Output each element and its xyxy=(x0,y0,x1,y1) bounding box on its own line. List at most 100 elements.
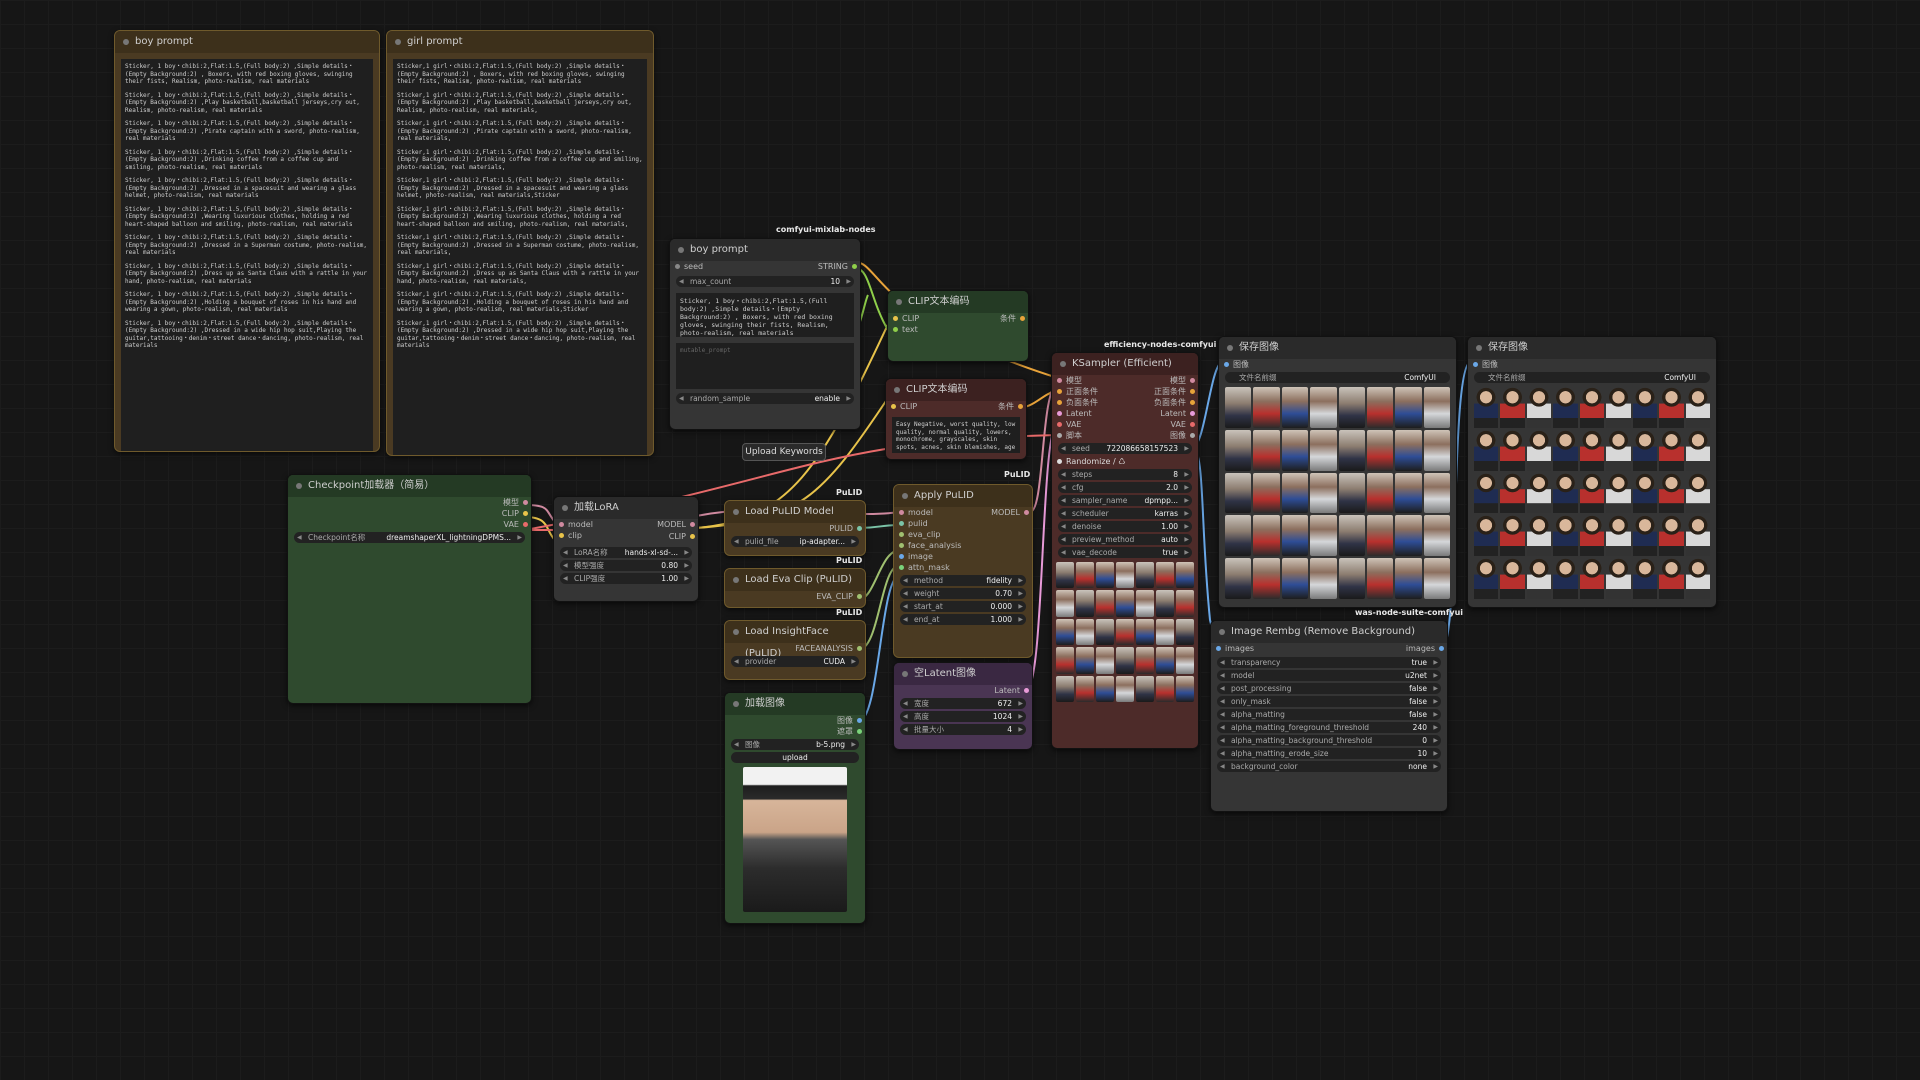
generated-image-thumbnail[interactable] xyxy=(1526,387,1552,428)
collapse-dot-icon[interactable] xyxy=(733,701,739,707)
ksampler-output-slot[interactable]: 负面条件 xyxy=(1154,397,1198,408)
collapse-dot-icon[interactable] xyxy=(733,577,739,583)
denoise-widget[interactable]: denoise 1.00 xyxy=(1058,521,1192,532)
only-mask-widget[interactable]: only_mask false xyxy=(1217,696,1441,707)
generated-image-thumbnail[interactable] xyxy=(1423,429,1450,471)
generated-image-thumbnail[interactable] xyxy=(1423,515,1450,557)
preview-method-widget[interactable]: preview_method auto xyxy=(1058,534,1192,545)
latent-widget[interactable]: 高度 1024 xyxy=(900,711,1026,722)
generated-image-thumbnail[interactable] xyxy=(1176,562,1194,589)
transparency-widget[interactable]: transparency true xyxy=(1217,657,1441,668)
start-at-widget[interactable]: start_at 0.000 xyxy=(900,601,1026,612)
eva-clip-output-slot[interactable]: EVA_CLIP xyxy=(725,591,865,602)
generated-image-thumbnail[interactable] xyxy=(1606,387,1631,428)
generated-image-thumbnail[interactable] xyxy=(1500,515,1525,557)
random-prompt-node[interactable]: boy prompt seed STRING max_count10 Stick… xyxy=(669,238,861,430)
collapse-dot-icon[interactable] xyxy=(678,247,684,253)
generated-image-thumbnail[interactable] xyxy=(1366,387,1394,428)
generated-image-thumbnail[interactable] xyxy=(1338,558,1365,599)
generated-image-thumbnail[interactable] xyxy=(1632,387,1658,428)
generated-image-thumbnail[interactable] xyxy=(1116,590,1134,617)
generated-image-thumbnail[interactable] xyxy=(1136,675,1154,702)
ksampler-output-slot[interactable]: 图像 xyxy=(1170,430,1198,441)
collapse-dot-icon[interactable] xyxy=(1476,345,1482,351)
conditioning-output-slot[interactable]: 条件 xyxy=(998,401,1026,412)
generated-image-thumbnail[interactable] xyxy=(1395,387,1422,428)
filename-prefix-widget[interactable]: 文件名前缀 ComfyUI xyxy=(1225,372,1450,383)
generated-image-thumbnail[interactable] xyxy=(1096,590,1114,617)
filename-prefix-widget[interactable]: 文件名前缀 ComfyUI xyxy=(1474,372,1710,383)
generated-image-thumbnail[interactable] xyxy=(1156,618,1174,646)
ksampler-efficient-node[interactable]: KSampler (Efficient) 模型 模型 正面条件 正面条件 负面条件 负面条… xyxy=(1051,352,1199,749)
collapse-dot-icon[interactable] xyxy=(733,509,739,515)
generated-image-thumbnail[interactable] xyxy=(1076,618,1094,646)
steps-widget[interactable]: steps 8 xyxy=(1058,469,1192,480)
generated-image-thumbnail[interactable] xyxy=(1395,558,1422,599)
scheduler-widget[interactable]: scheduler karras xyxy=(1058,508,1192,519)
generated-image-thumbnail[interactable] xyxy=(1632,472,1658,514)
generated-image-thumbnail[interactable] xyxy=(1225,472,1252,514)
generated-image-thumbnail[interactable] xyxy=(1685,429,1710,471)
generated-image-thumbnail[interactable] xyxy=(1281,472,1309,514)
generated-image-thumbnail[interactable] xyxy=(1579,387,1605,428)
generated-image-thumbnail[interactable] xyxy=(1076,675,1094,702)
generated-image-thumbnail[interactable] xyxy=(1136,647,1154,674)
generated-image-thumbnail[interactable] xyxy=(1553,472,1578,514)
transparent-images-grid[interactable] xyxy=(1474,387,1710,599)
clip-strength-widget[interactable]: CLIP强度1.00 xyxy=(560,573,692,584)
image-input-slot[interactable]: image xyxy=(894,551,1032,562)
generated-image-thumbnail[interactable] xyxy=(1310,558,1337,599)
image-rembg-node[interactable]: Image Rembg (Remove Background) images i… xyxy=(1210,620,1448,812)
prompt-textarea[interactable]: Easy Negative, worst quality, low qualit… xyxy=(892,417,1020,453)
generated-image-thumbnail[interactable] xyxy=(1116,618,1134,646)
generated-image-thumbnail[interactable] xyxy=(1076,590,1094,617)
faceanalysis-output-slot[interactable]: FACEANALYSIS xyxy=(725,643,865,654)
generated-image-thumbnail[interactable] xyxy=(1553,387,1578,428)
generated-image-thumbnail[interactable] xyxy=(1526,558,1552,599)
clip-output-slot[interactable]: CLIP xyxy=(288,508,531,519)
ksampler-output-slot[interactable]: 正面条件 xyxy=(1154,386,1198,397)
alpha-matting-erode-size-widget[interactable]: alpha_matting_erode_size 10 xyxy=(1217,748,1441,759)
generated-image-thumbnail[interactable] xyxy=(1253,472,1280,514)
image-file-widget[interactable]: 图像b-5.png xyxy=(731,739,859,750)
generated-image-thumbnail[interactable] xyxy=(1606,429,1631,471)
generated-image-thumbnail[interactable] xyxy=(1310,429,1337,471)
collapse-dot-icon[interactable] xyxy=(902,671,908,677)
pulid-input-slot[interactable]: pulid xyxy=(894,518,1032,529)
post-processing-widget[interactable]: post_processing false xyxy=(1217,683,1441,694)
ksampler-output-slot[interactable]: VAE xyxy=(1171,419,1199,430)
generated-image-thumbnail[interactable] xyxy=(1096,618,1114,646)
ksampler-output-slot[interactable]: Latent xyxy=(1160,408,1198,419)
cfg-widget[interactable]: cfg 2.0 xyxy=(1058,482,1192,493)
generated-image-thumbnail[interactable] xyxy=(1500,558,1525,599)
generated-image-thumbnail[interactable] xyxy=(1056,618,1074,646)
alpha-matting-widget[interactable]: alpha_matting false xyxy=(1217,709,1441,720)
collapse-dot-icon[interactable] xyxy=(733,629,739,635)
generated-image-thumbnail[interactable] xyxy=(1056,647,1074,674)
load-pulid-model-node[interactable]: Load PuLID Model PULID pulid_fileip-adap… xyxy=(724,500,866,556)
lora-loader-node[interactable]: 加载LoRA model clip MODEL CLIP LoRA名称hands… xyxy=(553,496,699,602)
load-insightface-node[interactable]: Load InsightFace (PuLID) FACEANALYSIS pr… xyxy=(724,620,866,680)
generated-image-thumbnail[interactable] xyxy=(1395,515,1422,557)
generated-image-thumbnail[interactable] xyxy=(1225,558,1252,599)
generated-image-thumbnail[interactable] xyxy=(1579,558,1605,599)
generated-image-thumbnail[interactable] xyxy=(1253,387,1280,428)
checkpoint-loader-node[interactable]: Checkpoint加载器（简易） 模型 CLIP VAE Checkpoint… xyxy=(287,474,532,704)
generated-image-thumbnail[interactable] xyxy=(1423,558,1450,599)
prompt-textarea[interactable]: Sticker, 1 boy・chibi:2,Flat:1.5,(Full bo… xyxy=(121,59,373,451)
generated-image-thumbnail[interactable] xyxy=(1526,429,1552,471)
generated-image-thumbnail[interactable] xyxy=(1281,429,1309,471)
collapse-dot-icon[interactable] xyxy=(296,483,302,489)
generated-image-thumbnail[interactable] xyxy=(1156,590,1174,617)
ckpt-name-widget[interactable]: Checkpoint名称dreamshaperXL_lightningDPMS.… xyxy=(294,532,525,543)
generated-image-thumbnail[interactable] xyxy=(1685,515,1710,557)
generated-image-thumbnail[interactable] xyxy=(1136,562,1154,589)
generated-image-thumbnail[interactable] xyxy=(1553,429,1578,471)
pulid-file-widget[interactable]: pulid_fileip-adapter... xyxy=(731,536,859,547)
conditioning-output-slot[interactable]: 条件 xyxy=(1000,313,1028,324)
generated-image-thumbnail[interactable] xyxy=(1076,647,1094,674)
generated-image-thumbnail[interactable] xyxy=(1225,387,1252,428)
generated-image-thumbnail[interactable] xyxy=(1281,558,1309,599)
mutable-prompt-textarea[interactable]: mutable_prompt xyxy=(676,343,854,389)
generated-image-thumbnail[interactable] xyxy=(1579,429,1605,471)
